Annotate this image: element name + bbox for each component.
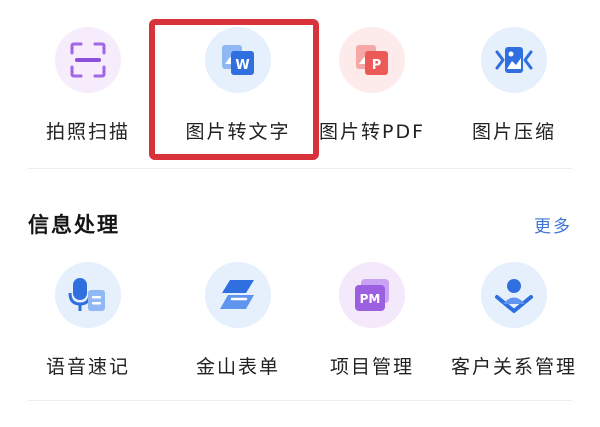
image-to-pdf-icon: P — [356, 45, 388, 75]
image-to-text-icon: W — [222, 45, 254, 75]
image-compress-icon — [495, 47, 533, 73]
tool-label: 图片压缩 — [471, 121, 556, 143]
form-icon — [220, 280, 254, 309]
image-to-text-icon-circle: W — [205, 27, 271, 93]
tool-label: 图片转PDF — [318, 121, 426, 143]
tool-kingsoft-form[interactable]: 金山表单 — [176, 262, 300, 379]
tool-label: 金山表单 — [195, 356, 280, 378]
tool-label: 拍照扫描 — [45, 121, 130, 143]
svg-text:W: W — [235, 58, 249, 73]
scan-icon — [70, 42, 106, 78]
tool-label: 客户关系管理 — [450, 356, 577, 378]
voice-memo-icon-circle — [55, 262, 121, 328]
form-icon-circle — [205, 262, 271, 328]
tool-image-to-text[interactable]: W 图片转文字 — [176, 27, 300, 144]
image-tools-row: 拍照扫描 W 图片转文字 P 图片转PDF 图片压缩 — [0, 27, 600, 144]
image-to-pdf-icon-circle: P — [339, 27, 405, 93]
scan-icon-circle — [55, 27, 121, 93]
divider — [28, 168, 572, 169]
section-header: 信息处理 更多 — [28, 206, 572, 242]
tool-crm[interactable]: 客户关系管理 — [444, 262, 584, 379]
divider — [28, 400, 572, 401]
project-management-icon-circle: PM — [339, 262, 405, 328]
more-link[interactable]: 更多 — [534, 212, 572, 237]
svg-text:P: P — [372, 58, 382, 73]
tool-label: 语音速记 — [45, 356, 130, 378]
crm-icon — [495, 279, 533, 313]
svg-text:PM: PM — [360, 292, 381, 306]
tool-photo-scan[interactable]: 拍照扫描 — [0, 27, 176, 144]
image-compress-icon-circle — [481, 27, 547, 93]
tools-panel: 拍照扫描 W 图片转文字 P 图片转PDF 图片压缩 信息处理 更多 语音速记 … — [0, 0, 600, 427]
tool-label: 图片转文字 — [185, 121, 291, 143]
tool-image-compress[interactable]: 图片压缩 — [444, 27, 584, 144]
project-management-icon: PM — [355, 279, 389, 311]
section-title: 信息处理 — [28, 213, 120, 237]
tool-project-management[interactable]: PM 项目管理 — [300, 262, 444, 379]
crm-icon-circle — [481, 262, 547, 328]
voice-memo-icon — [68, 278, 105, 311]
tool-label: 项目管理 — [329, 356, 414, 378]
info-tools-row: 语音速记 金山表单 PM 项目管理 客户关系管理 — [0, 262, 600, 379]
tool-image-to-pdf[interactable]: P 图片转PDF — [300, 27, 444, 144]
tool-voice-memo[interactable]: 语音速记 — [0, 262, 176, 379]
